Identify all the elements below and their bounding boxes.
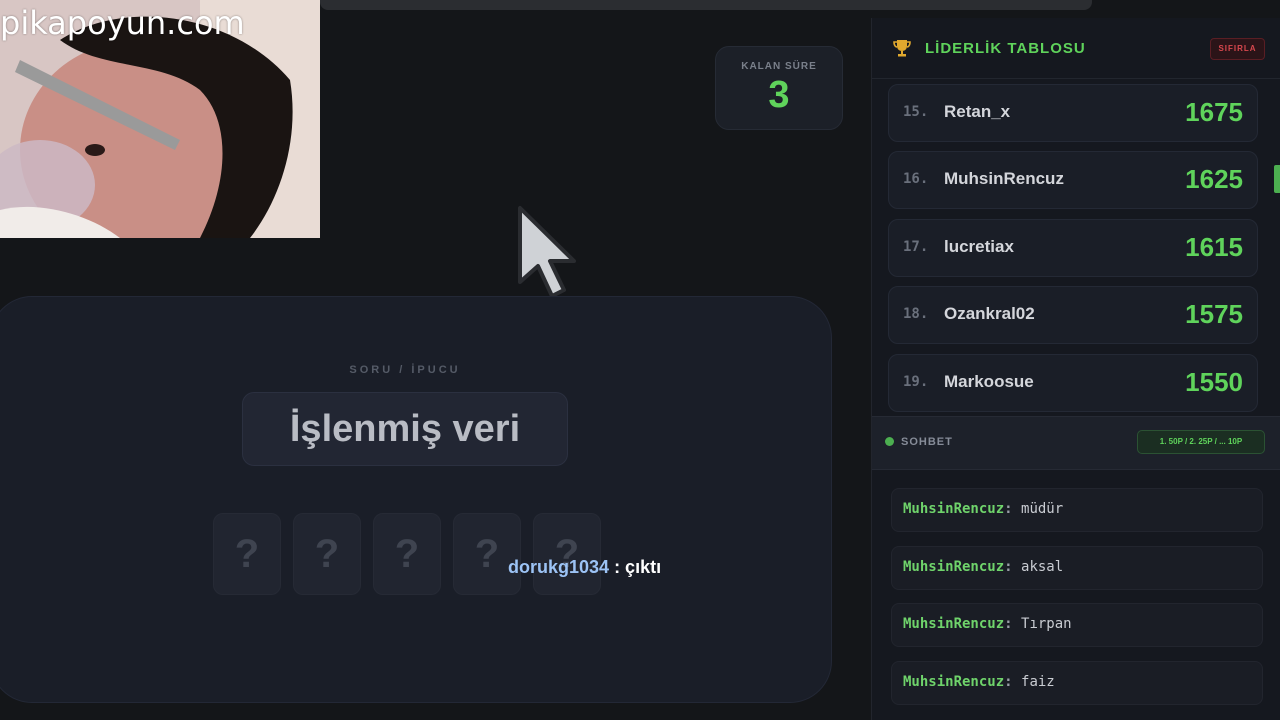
timer-value: 3 bbox=[768, 74, 790, 116]
answer-tiles: ? ? ? ? ? bbox=[213, 513, 601, 595]
event-notification: dorukg1034 : çıktı bbox=[508, 557, 661, 578]
browser-top-bar bbox=[320, 0, 1092, 10]
chat-message: MuhsinRencuz: Tırpan bbox=[891, 603, 1263, 647]
leaderboard-name: lucretiax bbox=[944, 237, 1014, 256]
chat-username: MuhsinRencuz bbox=[903, 501, 1005, 517]
leaderboard-score: 1625 bbox=[1185, 164, 1243, 194]
clue-box: İşlenmiş veri bbox=[242, 392, 568, 466]
answer-tile: ? bbox=[373, 513, 441, 595]
chat-title: SOHBET bbox=[901, 436, 953, 448]
webcam-overlay: pikapoyun.com bbox=[0, 0, 320, 238]
chat-text: faiz bbox=[1021, 674, 1055, 690]
leaderboard-score: 1615 bbox=[1185, 232, 1243, 262]
leaderboard-rank: 18. bbox=[903, 306, 929, 322]
timer-label: KALAN SÜRE bbox=[741, 61, 817, 72]
leaderboard-row: 16. MuhsinRencuz 1625 bbox=[888, 151, 1258, 209]
timer-panel: KALAN SÜRE 3 bbox=[715, 46, 843, 130]
reset-button[interactable]: SIFIRLA bbox=[1210, 38, 1265, 60]
chat-message: MuhsinRencuz: aksal bbox=[891, 546, 1263, 590]
chat-message: MuhsinRencuz: faiz bbox=[891, 661, 1263, 705]
leaderboard-rank: 19. bbox=[903, 374, 929, 390]
clue-text: İşlenmiş veri bbox=[289, 407, 521, 450]
leaderboard-row: 19. Markoosue 1550 bbox=[888, 354, 1258, 412]
leaderboard-row: 18. Ozankral02 1575 bbox=[888, 286, 1258, 344]
scroll-indicator[interactable] bbox=[1274, 165, 1280, 193]
leaderboard-rank: 15. bbox=[903, 104, 929, 120]
leaderboard-score: 1575 bbox=[1185, 299, 1243, 329]
chat-text: aksal bbox=[1021, 559, 1064, 575]
leaderboard-row: 17. lucretiax 1615 bbox=[888, 219, 1258, 277]
answer-tile: ? bbox=[293, 513, 361, 595]
question-card bbox=[0, 296, 832, 703]
leaderboard-name: Ozankral02 bbox=[944, 304, 1035, 323]
leaderboard-name: Retan_x bbox=[944, 102, 1011, 121]
chat-text: Tırpan bbox=[1021, 616, 1072, 632]
answer-tile: ? bbox=[533, 513, 601, 595]
chat-text: müdür bbox=[1021, 501, 1064, 517]
points-badge: 1. 50P / 2. 25P / ... 10P bbox=[1137, 430, 1265, 454]
sidebar: LİDERLİK TABLOSU SIFIRLA 15. Retan_x 167… bbox=[871, 18, 1280, 720]
leaderboard-score: 1675 bbox=[1185, 97, 1243, 127]
mouse-pointer-icon bbox=[516, 204, 582, 305]
chat-username: MuhsinRencuz bbox=[903, 616, 1005, 632]
question-label: SORU / İPUCU bbox=[349, 364, 461, 376]
leaderboard-name: MuhsinRencuz bbox=[944, 169, 1064, 188]
chat-username: MuhsinRencuz bbox=[903, 559, 1005, 575]
online-dot-icon bbox=[885, 437, 894, 446]
notification-message: : çıktı bbox=[614, 557, 662, 577]
answer-tile: ? bbox=[213, 513, 281, 595]
leaderboard-rank: 16. bbox=[903, 171, 929, 187]
leaderboard-rank: 17. bbox=[903, 239, 929, 255]
leaderboard-header: LİDERLİK TABLOSU SIFIRLA bbox=[872, 18, 1280, 79]
leaderboard-title: LİDERLİK TABLOSU bbox=[925, 40, 1086, 57]
notification-user: dorukg1034 bbox=[508, 557, 610, 577]
leaderboard-score: 1550 bbox=[1185, 367, 1243, 397]
trophy-icon bbox=[892, 38, 912, 63]
leaderboard-name: Markoosue bbox=[944, 372, 1034, 391]
chat-header: SOHBET 1. 50P / 2. 25P / ... 10P bbox=[872, 416, 1280, 470]
chat-message: MuhsinRencuz: müdür bbox=[891, 488, 1263, 532]
answer-tile: ? bbox=[453, 513, 521, 595]
watermark-text: pikapoyun.com bbox=[0, 4, 245, 42]
leaderboard-row: 15. Retan_x 1675 bbox=[888, 84, 1258, 142]
chat-username: MuhsinRencuz bbox=[903, 674, 1005, 690]
